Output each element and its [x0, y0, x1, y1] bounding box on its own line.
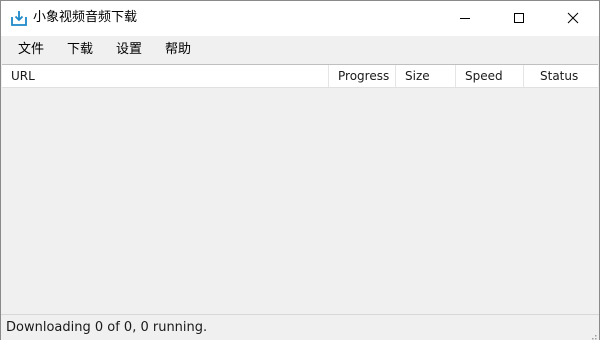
- download-list[interactable]: URL Progress Size Speed Status: [2, 64, 598, 315]
- list-header: URL Progress Size Speed Status: [2, 65, 598, 88]
- resize-grip-icon[interactable]: [587, 328, 597, 340]
- window-title: 小象视频音频下载: [33, 10, 138, 25]
- maximize-icon: [513, 9, 525, 28]
- download-tray-icon: [10, 9, 28, 27]
- menu-settings[interactable]: 设置: [116, 41, 142, 58]
- column-header-status[interactable]: Status: [524, 65, 598, 87]
- close-icon: [567, 9, 579, 28]
- menu-file[interactable]: 文件: [18, 41, 44, 58]
- column-header-progress[interactable]: Progress: [329, 65, 396, 87]
- column-header-speed[interactable]: Speed: [456, 65, 524, 87]
- status-bar: Downloading 0 of 0, 0 running.: [1, 314, 599, 340]
- column-header-url[interactable]: URL: [2, 65, 329, 87]
- menu-help[interactable]: 帮助: [165, 41, 191, 58]
- menu-download[interactable]: 下载: [67, 41, 93, 58]
- maximize-button[interactable]: [496, 1, 542, 36]
- close-button[interactable]: [550, 1, 596, 36]
- title-bar[interactable]: 小象视频音频下载: [1, 1, 599, 36]
- column-header-size[interactable]: Size: [396, 65, 456, 87]
- menu-bar: 文件 下载 设置 帮助: [1, 36, 599, 64]
- minimize-button[interactable]: [442, 1, 488, 36]
- app-window: 小象视频音频下载 文件 下载 设置 帮助 URL Progress Size S…: [0, 0, 600, 340]
- list-body[interactable]: [2, 88, 598, 315]
- minimize-icon: [459, 9, 471, 28]
- status-text: Downloading 0 of 0, 0 running.: [6, 320, 208, 335]
